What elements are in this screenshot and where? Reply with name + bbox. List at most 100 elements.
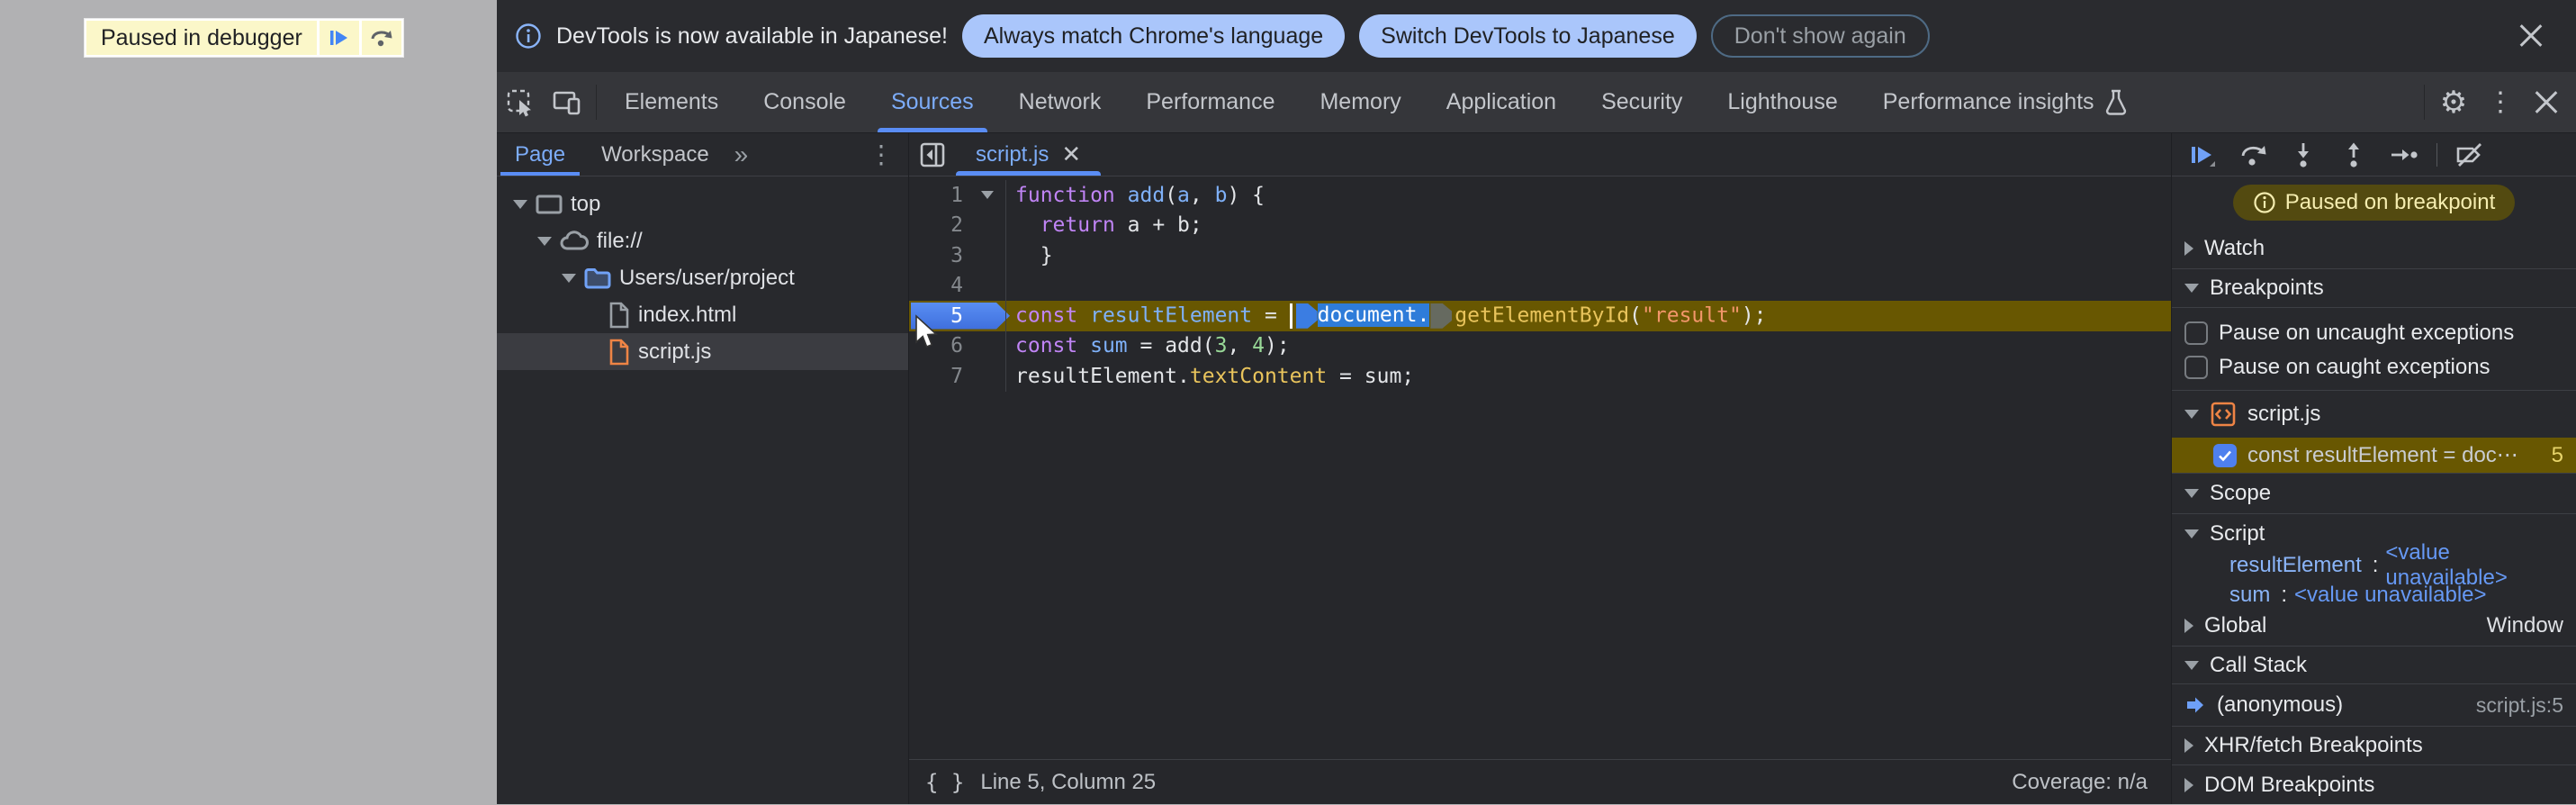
switch-to-japanese-button[interactable]: Switch DevTools to Japanese [1359, 14, 1697, 58]
inline-breakpoint-marker[interactable] [1430, 303, 1453, 329]
tab-workspace[interactable]: Workspace [583, 133, 727, 176]
navigator-tabs: Page Workspace » ⋮ [497, 133, 908, 176]
devtools-close-button[interactable] [2524, 72, 2571, 132]
chevron-down-icon[interactable] [562, 273, 576, 283]
settings-button[interactable]: ⚙ [2430, 72, 2477, 132]
scope-variable-row[interactable]: sum: <value unavailable> [2172, 580, 2576, 610]
section-call-stack[interactable]: Call Stack [2172, 646, 2576, 684]
pause-caught-row[interactable]: Pause on caught exceptions [2172, 352, 2576, 391]
info-icon [516, 23, 541, 49]
line-number[interactable]: 4 [909, 271, 968, 302]
line-number[interactable]: 3 [909, 240, 968, 271]
breakpoint-file-group[interactable]: script.js [2172, 391, 2576, 438]
tree-item-users-user-project[interactable]: Users/user/project [497, 259, 908, 296]
section-dom-breakpoints[interactable]: DOM Breakpoints [2172, 764, 2576, 805]
chevron-right-icon [2184, 778, 2193, 792]
breakpoint-line-number[interactable]: 5 [909, 301, 968, 348]
section-scope[interactable]: Scope [2172, 474, 2576, 514]
code-editor[interactable]: 1 function add(a, b) {2 return a + b; 3 } 4… [909, 176, 2171, 759]
line-number[interactable]: 1 [909, 180, 968, 211]
resume-script-button[interactable] [319, 21, 359, 55]
scope-global-row[interactable]: Global Window [2172, 610, 2576, 642]
infobar-close-button[interactable] [2518, 23, 2545, 50]
tab-label: Memory [1320, 89, 1401, 114]
editor-tab-script-js[interactable]: script.js ✕ [956, 133, 1102, 176]
tab-elements[interactable]: Elements [602, 72, 741, 132]
inspect-element-button[interactable] [497, 72, 544, 132]
chevron-down-icon[interactable] [513, 199, 527, 209]
code-line-5[interactable]: 5 const resultElement = document. getEleme… [909, 301, 2171, 348]
close-tab-icon[interactable]: ✕ [1061, 140, 1081, 168]
tab-console[interactable]: Console [741, 72, 869, 132]
breakpoint-file-label: script.js [2247, 402, 2321, 426]
scope-variable-row[interactable]: resultElement: <value unavailable> [2172, 540, 2576, 590]
editor-tab-label: script.js [976, 141, 1049, 167]
section-watch[interactable]: Watch [2172, 229, 2576, 269]
device-toolbar-button[interactable] [544, 72, 590, 132]
tree-item-file[interactable]: file:// [497, 222, 908, 259]
tree-item-top[interactable]: top [497, 185, 908, 222]
tab-lighthouse[interactable]: Lighthouse [1705, 72, 1860, 132]
code-line-7[interactable]: 7 resultElement.textContent = sum; [909, 361, 2171, 392]
toggle-navigator-button[interactable] [909, 133, 956, 176]
step-button[interactable] [2382, 137, 2426, 173]
cursor-position: Line 5, Column 25 [980, 769, 1157, 794]
resume-icon [2192, 146, 2215, 167]
deactivate-breakpoints-button[interactable] [2448, 137, 2491, 173]
tab-performance[interactable]: Performance [1123, 72, 1297, 132]
tab-application[interactable]: Application [1424, 72, 1579, 132]
resume-button[interactable] [2181, 137, 2224, 173]
toolbar-divider-right [2424, 85, 2425, 120]
tab-performance-insights[interactable]: Performance insights [1860, 72, 2151, 132]
toolbar-divider [596, 85, 597, 120]
main-tabs: Elements Console Sources Network Performance… [602, 72, 2151, 132]
tab-sources[interactable]: Sources [869, 72, 996, 132]
more-tabs-button[interactable]: » [727, 140, 756, 169]
chevron-down-icon [2184, 284, 2199, 293]
dont-show-again-button[interactable]: Don't show again [1710, 14, 1930, 58]
section-xhr-breakpoints[interactable]: XHR/fetch Breakpoints [2172, 726, 2576, 764]
pause-caught-checkbox[interactable] [2184, 356, 2208, 379]
tab-network[interactable]: Network [996, 72, 1124, 132]
step-over-page-button[interactable] [361, 21, 401, 55]
inline-breakpoint-marker-active[interactable] [1295, 303, 1318, 329]
paused-on-breakpoint-badge: Paused on breakpoint [2232, 185, 2516, 221]
pause-uncaught-row[interactable]: Pause on uncaught exceptions [2172, 313, 2576, 352]
step-over-icon [371, 31, 392, 47]
tab-memory[interactable]: Memory [1297, 72, 1423, 132]
tab-label: Network [1018, 89, 1102, 114]
devtools-menu-button[interactable]: ⋮ [2477, 72, 2524, 132]
line-number[interactable]: 7 [909, 361, 968, 392]
paused-message-row: Paused on breakpoint [2172, 176, 2576, 229]
match-chrome-language-button[interactable]: Always match Chrome's language [961, 14, 1346, 58]
step-out-button[interactable] [2332, 137, 2375, 173]
pause-caught-label: Pause on caught exceptions [2219, 355, 2490, 379]
code-line-1[interactable]: 1 function add(a, b) { [909, 180, 2171, 211]
chevron-right-icon [2184, 619, 2193, 633]
section-breakpoints[interactable]: Breakpoints [2172, 269, 2576, 308]
tree-item-index-html[interactable]: index.html [497, 296, 908, 333]
tab-page[interactable]: Page [497, 133, 583, 176]
breakpoint-entry[interactable]: const resultElement = doc⋯ 5 [2172, 438, 2576, 474]
editor-panel: script.js ✕ 1 function add(a, b) {2 retur… [909, 133, 2171, 804]
language-infobar: DevTools is now available in Japanese! A… [497, 0, 2576, 72]
step-icon [2391, 149, 2418, 160]
code-line-3[interactable]: 3 } [909, 240, 2171, 271]
line-number[interactable]: 2 [909, 211, 968, 241]
code-line-6[interactable]: 6 const sum = add(3, 4); [909, 330, 2171, 361]
call-stack-frame[interactable]: (anonymous) script.js:5 [2172, 684, 2576, 726]
tree-item-script-js[interactable]: script.js [497, 333, 908, 370]
code-fold-icon[interactable] [980, 191, 994, 200]
code-line-2[interactable]: 2 return a + b; [909, 210, 2171, 241]
step-into-icon [2298, 142, 2309, 167]
step-into-button[interactable] [2282, 137, 2325, 173]
step-over-button[interactable] [2231, 137, 2274, 173]
code-line-4[interactable]: 4 [909, 270, 2171, 302]
file-tree: top file:// Users/user/project index.htm… [497, 176, 908, 370]
pause-uncaught-checkbox[interactable] [2184, 321, 2208, 345]
pretty-print-icon[interactable]: { } [925, 770, 964, 795]
navigator-menu-button[interactable]: ⋮ [861, 140, 908, 169]
breakpoint-enabled-checkbox[interactable] [2213, 443, 2237, 467]
tab-security[interactable]: Security [1579, 72, 1705, 132]
chevron-down-icon[interactable] [537, 236, 552, 246]
